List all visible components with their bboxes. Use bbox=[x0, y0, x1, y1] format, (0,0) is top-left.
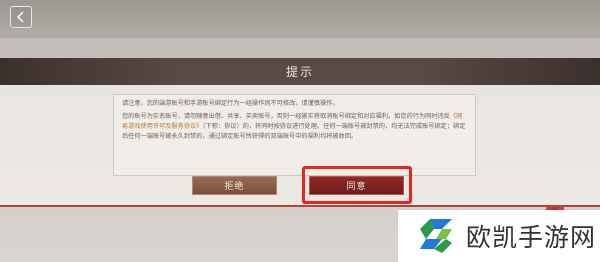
top-bar bbox=[0, 0, 600, 38]
refuse-button[interactable]: 拒绝 bbox=[192, 176, 277, 195]
watermark-text: 欧凯手游网 bbox=[466, 223, 597, 252]
chevron-left-icon bbox=[16, 11, 24, 23]
dialog-body: 请注意，您的端游账号和手游账号绑定行为一经操作则不可修改，请谨慎操作。 您的账号… bbox=[0, 85, 600, 207]
watermark: 欧凯手游网 bbox=[398, 210, 600, 262]
agree-button-highlight bbox=[302, 166, 412, 204]
back-button[interactable] bbox=[10, 6, 32, 28]
notice-paragraph-2: 您的账号为实名账号，请勿随意出借、共享、买卖账号，否则一经被实将取消账号绑定和对… bbox=[122, 112, 467, 142]
notice-text-box[interactable]: 请注意，您的端游账号和手游账号绑定行为一经操作则不可修改，请谨慎操作。 您的账号… bbox=[113, 94, 476, 176]
watermark-logo-icon bbox=[420, 219, 452, 253]
notice-paragraph-2-text: 您的账号为实名账号，请勿随意出借、共享、买卖账号，否则一经被实将取消账号绑定和对… bbox=[122, 113, 450, 120]
dialog-title: 提示 bbox=[285, 65, 314, 79]
notice-paragraph-1: 请注意，您的端游账号和手游账号绑定行为一经操作则不可修改，请谨慎操作。 bbox=[122, 100, 339, 107]
dialog-header: 提示 bbox=[0, 58, 600, 85]
binding-notice-dialog: 提示 请注意，您的端游账号和手游账号绑定行为一经操作则不可修改，请谨慎操作。 您… bbox=[0, 58, 600, 207]
